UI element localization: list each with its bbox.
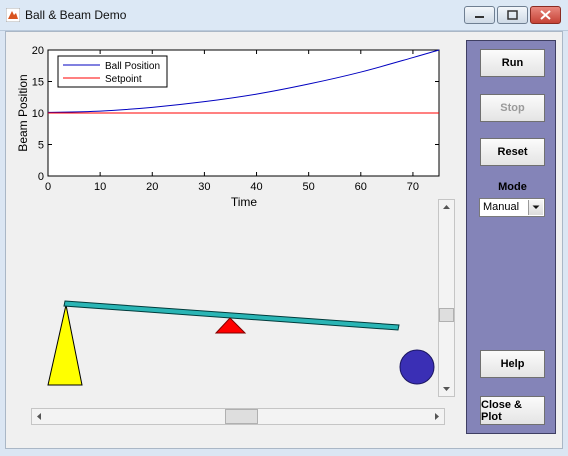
scroll-right-icon[interactable] — [430, 409, 444, 424]
x-tick-label: 10 — [94, 181, 106, 193]
run-button[interactable]: Run — [480, 49, 545, 77]
vertical-scroll-thumb[interactable] — [439, 308, 454, 322]
x-tick-label: 30 — [198, 181, 210, 193]
scroll-left-icon[interactable] — [32, 409, 46, 424]
mode-dropdown-button[interactable] — [528, 200, 543, 215]
vertical-scrollbar[interactable] — [438, 199, 455, 397]
x-tick-label: 20 — [146, 181, 158, 193]
mode-select[interactable]: Manual — [479, 198, 545, 217]
legend-label-setpoint: Setpoint — [105, 74, 142, 85]
y-tick-label: 10 — [32, 108, 44, 120]
y-tick-label: 15 — [32, 77, 44, 89]
x-axis-label: Time — [231, 195, 258, 209]
x-tick-label: 50 — [303, 181, 315, 193]
mode-label: Mode — [498, 181, 527, 193]
x-tick-label: 40 — [250, 181, 262, 193]
x-tick-label: 60 — [355, 181, 367, 193]
legend-label-ball: Ball Position — [105, 61, 160, 72]
horizontal-scroll-thumb[interactable] — [225, 409, 258, 424]
scroll-up-icon[interactable] — [439, 200, 454, 214]
reset-button[interactable]: Reset — [480, 138, 545, 166]
x-tick-label: 70 — [407, 181, 419, 193]
mode-select-value: Manual — [483, 201, 520, 213]
beam-pivot — [214, 317, 247, 334]
ball[interactable] — [399, 349, 435, 385]
beam-support — [47, 304, 83, 386]
help-button[interactable]: Help — [480, 350, 545, 378]
legend: Ball Position Setpoint — [57, 55, 168, 88]
x-tick-label: 0 — [45, 181, 51, 193]
y-tick-label: 0 — [38, 171, 44, 183]
chevron-down-icon — [532, 205, 540, 209]
close-and-plot-button[interactable]: Close & Plot — [480, 396, 545, 425]
y-tick-label: 5 — [38, 140, 44, 152]
stop-button[interactable]: Stop — [480, 94, 545, 122]
scroll-down-icon[interactable] — [439, 382, 454, 396]
y-axis-label: Beam Position — [16, 74, 30, 151]
app-window: Ball & Beam Demo 0 10 20 30 40 50 60 70 0 5 10 15 2… — [0, 0, 568, 456]
y-tick-label: 20 — [32, 45, 44, 57]
horizontal-scrollbar[interactable] — [31, 408, 445, 425]
